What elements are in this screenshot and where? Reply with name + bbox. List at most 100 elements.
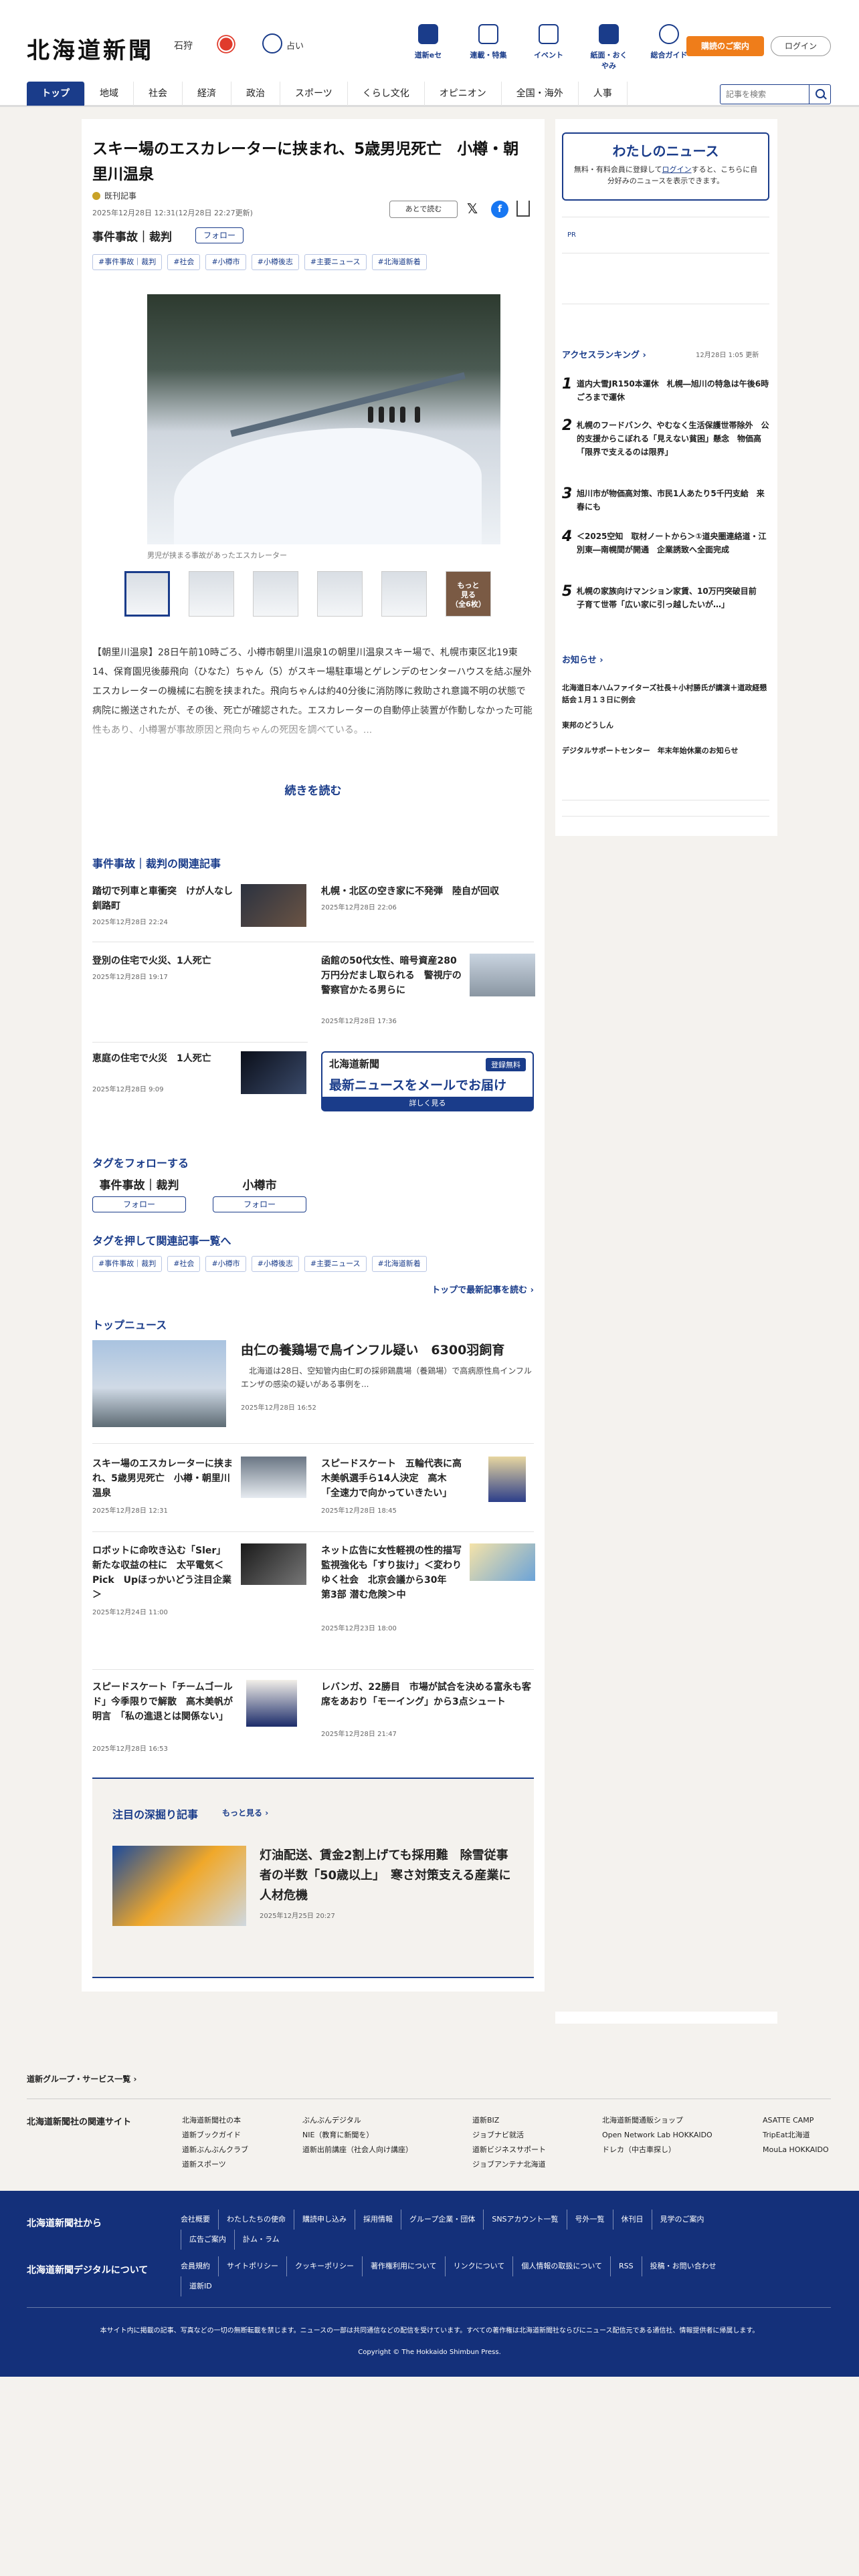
top-news-thumbnail[interactable] — [488, 1457, 526, 1502]
footer-link[interactable]: 会社概要 — [181, 2210, 218, 2230]
footer-link[interactable]: ASATTE CAMP — [763, 2113, 829, 2128]
top-news-title[interactable]: スピードスケート 五輪代表に高木美帆選手ら14人決定 高木「全速力で向かっていき… — [321, 1457, 463, 1501]
facebook-share-icon[interactable]: f — [491, 201, 508, 218]
footer-link[interactable]: MouLa HOKKAIDO — [763, 2143, 829, 2157]
top-news-title[interactable]: スキー場のエスカレーターに挟まれ、5歳男児死亡 小樽・朝里川温泉 — [92, 1457, 234, 1501]
footer-link[interactable]: ドレカ（中古車探し） — [602, 2143, 712, 2157]
footer-link[interactable]: 道新出前講座（社会人向け講座） — [302, 2143, 413, 2157]
follow-tag-button[interactable]: フォロー — [92, 1196, 186, 1212]
read-more-link[interactable]: 続きを読む — [82, 781, 545, 798]
related-thumbnail[interactable] — [241, 884, 306, 927]
photo-thumbnail[interactable] — [189, 571, 234, 617]
follow-category-button[interactable]: フォロー — [195, 227, 244, 243]
tag[interactable]: #小樽後志 — [251, 1256, 299, 1272]
photo-thumbnail[interactable] — [381, 571, 427, 617]
follow-tag-name[interactable]: 小樽市 — [213, 1176, 306, 1192]
footer-link[interactable]: 訃ム・ラム — [234, 2230, 288, 2250]
footer-link[interactable]: ジョブナビ就活 — [472, 2128, 546, 2143]
email-news-banner[interactable]: 北海道新聞 登録無料 最新ニュースをメールでお届け 詳しく見る — [321, 1051, 534, 1111]
article-category[interactable]: 事件事故｜裁判 — [92, 227, 172, 244]
footer-link[interactable]: 著作権利用について — [362, 2256, 445, 2276]
notice-item[interactable]: 東邦のどうしん — [562, 720, 769, 732]
deep-dive-more-link[interactable]: もっと見る › — [222, 1807, 268, 1818]
top-news-title[interactable]: レバンガ、22勝目 市場が試合を決める富永も客席をあおり「モーイング」から3点シ… — [321, 1680, 535, 1709]
events-link[interactable]: イベント — [529, 24, 569, 71]
read-later-button[interactable]: あとで読む — [389, 201, 458, 218]
tag[interactable]: #北海道新着 — [371, 254, 427, 270]
footer-link[interactable]: Open Network Lab HOKKAIDO — [602, 2128, 712, 2143]
guide-link[interactable]: 総合ガイド — [649, 24, 689, 71]
related-title[interactable]: 登別の住宅で火災、1人死亡 — [92, 954, 306, 968]
nav-politics[interactable]: 政治 — [231, 82, 280, 106]
share-icon[interactable] — [516, 201, 530, 217]
footer-link[interactable]: 号外一覧 — [566, 2210, 613, 2230]
notice-item[interactable]: 北海道日本ハムファイターズ社長＋小村勝氏が講演＋道政経懇話会１月１３日に例会 — [562, 682, 769, 706]
footer-link[interactable]: 個人情報の取扱について — [512, 2256, 610, 2276]
more-photos-button[interactable]: もっと 見る （全6枚） — [446, 571, 491, 617]
photo-thumbnail[interactable] — [124, 571, 170, 617]
footer-link[interactable]: ジョブアンテナ北海道 — [472, 2157, 546, 2172]
nav-society[interactable]: 社会 — [134, 82, 183, 106]
footer-link[interactable]: リンクについて — [444, 2256, 513, 2276]
top-news-featured[interactable]: 由仁の養鶏場で鳥インフル疑い 6300羽飼育 北海道は28日、空知管内由仁町の採… — [92, 1340, 534, 1434]
sun-weather-icon[interactable] — [219, 37, 233, 51]
nav-economy[interactable]: 経済 — [183, 82, 231, 106]
fortune-icon[interactable] — [262, 33, 282, 53]
top-news-thumbnail[interactable] — [241, 1457, 306, 1498]
tag[interactable]: #社会 — [167, 254, 201, 270]
notice-item[interactable]: デジタルサポートセンター 年末年始休業のお知らせ — [562, 745, 769, 757]
tag[interactable]: #小樽後志 — [251, 254, 299, 270]
footer-link[interactable]: 北海道新聞通販ショップ — [602, 2113, 712, 2128]
footer-link[interactable]: RSS — [610, 2256, 642, 2276]
top-news-title[interactable]: スピードスケート「チームゴールド」今季限りで解散 高木美帆が明言 「私の進退とは… — [92, 1680, 234, 1724]
related-thumbnail[interactable] — [241, 1051, 306, 1094]
top-news-title[interactable]: ネット広告に女性軽視の性的描写 監視強化も「すり抜け」＜変わりゆく社会 北京会議… — [321, 1543, 471, 1602]
footer-link[interactable]: サイトポリシー — [218, 2256, 286, 2276]
footer-link[interactable]: 見学のご案内 — [651, 2210, 712, 2230]
tag[interactable]: #事件事故｜裁判 — [92, 1256, 163, 1272]
footer-link[interactable]: 投稿・お問い合わせ — [641, 2256, 725, 2276]
featured-thumbnail[interactable] — [92, 1340, 226, 1427]
footer-link[interactable]: 休刊日 — [612, 2210, 652, 2230]
fortune-label[interactable]: 占い — [286, 39, 304, 51]
photo-thumbnail[interactable] — [317, 571, 363, 617]
banner-button[interactable]: 詳しく見る — [322, 1097, 533, 1110]
series-link[interactable]: 連載・特集 — [468, 24, 508, 71]
main-photo[interactable] — [147, 294, 500, 544]
follow-tag-button[interactable]: フォロー — [213, 1196, 306, 1212]
top-news-thumbnail[interactable] — [470, 1543, 535, 1581]
nav-personnel[interactable]: 人事 — [579, 82, 628, 106]
nav-culture[interactable]: くらし文化 — [348, 82, 425, 106]
x-share-icon[interactable]: 𝕏 — [467, 201, 478, 217]
tag[interactable]: #小樽市 — [205, 1256, 246, 1272]
footer-link[interactable]: 購読申し込み — [294, 2210, 355, 2230]
deep-dive-thumbnail[interactable] — [112, 1846, 246, 1926]
login-button[interactable]: ログイン — [771, 36, 831, 56]
footer-link[interactable]: クッキーポリシー — [286, 2256, 362, 2276]
tag[interactable]: #小樽市 — [205, 254, 246, 270]
footer-link[interactable]: ぶんぶんデジタル — [302, 2113, 413, 2128]
related-thumbnail[interactable] — [470, 954, 535, 996]
related-heading[interactable]: 事件事故｜裁判の関連記事 — [92, 855, 221, 871]
featured-title[interactable]: 由仁の養鶏場で鳥インフル疑い 6300羽飼育 — [241, 1340, 504, 1358]
nav-sports[interactable]: スポーツ — [280, 82, 348, 106]
footer-link[interactable]: 採用情報 — [355, 2210, 401, 2230]
tag[interactable]: #事件事故｜裁判 — [92, 254, 163, 270]
footer-link[interactable]: 道新ID — [181, 2276, 220, 2296]
e-paper-link[interactable]: 道新eセ — [408, 24, 448, 71]
nav-top[interactable]: トップ — [27, 82, 85, 106]
search-input[interactable] — [721, 85, 806, 104]
notice-heading[interactable]: お知らせ › — [562, 653, 603, 665]
my-news-login-link[interactable]: ログイン — [662, 165, 692, 174]
top-news-thumbnail[interactable] — [246, 1680, 297, 1727]
nav-world[interactable]: 全国・海外 — [502, 82, 579, 106]
footer-link[interactable]: 道新ブックガイド — [182, 2128, 248, 2143]
nav-opinion[interactable]: オピニオン — [425, 82, 502, 106]
subscribe-button[interactable]: 購読のご案内 — [686, 36, 764, 56]
ranking-heading[interactable]: アクセスランキング › — [562, 348, 646, 360]
related-title[interactable]: 函館の50代女性、暗号資産280万円分だまし取られる 警視庁の警察官かたる男らに — [321, 954, 463, 998]
footer-link[interactable]: TripEat北海道 — [763, 2128, 829, 2143]
related-title[interactable]: 恵庭の住宅で火災 1人死亡 — [92, 1051, 234, 1066]
search-icon[interactable] — [809, 85, 830, 104]
tag[interactable]: #主要ニュース — [304, 1256, 367, 1272]
